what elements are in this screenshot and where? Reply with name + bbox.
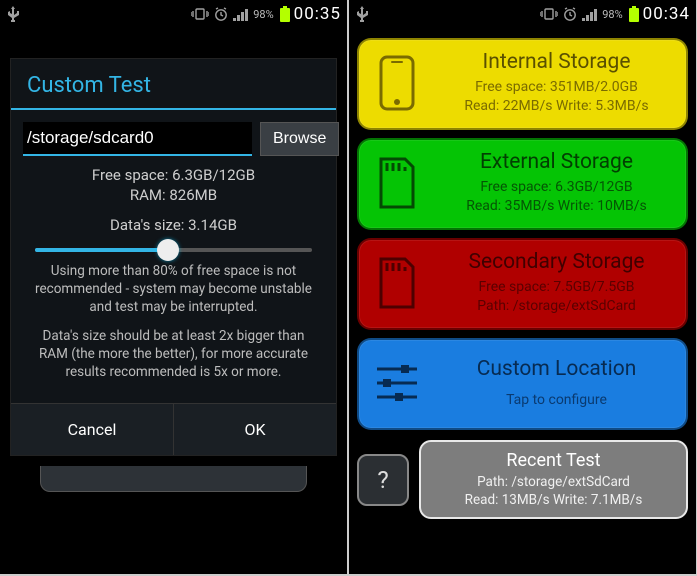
card-line2: Read: 22MB/s Write: 5.3MB/s [437, 97, 676, 116]
battery-icon [629, 6, 639, 22]
phone-left: 98% 00:35 Custom Test Browse Free space:… [0, 0, 347, 574]
card-title: External Storage [437, 150, 676, 174]
card-line1: Free space: 7.5GB/7.5GB [437, 278, 676, 297]
battery-percent: 98% [602, 8, 622, 21]
vibrate-icon [191, 7, 209, 21]
recent-line2: Read: 13MB/s Write: 7.1MB/s [427, 491, 680, 509]
help-button[interactable]: ? [357, 454, 409, 506]
slider-fill [35, 248, 168, 252]
custom-test-dialog: Custom Test Browse Free space: 6.3GB/12G… [10, 58, 337, 456]
card-line2: Read: 35MB/s Write: 10MB/s [437, 197, 676, 216]
vibrate-icon [540, 7, 558, 21]
card-line1: Tap to configure [437, 391, 676, 410]
status-bar: 98% 00:35 [0, 0, 347, 28]
background-panel-edge [40, 466, 307, 492]
browse-button[interactable]: Browse [260, 122, 339, 156]
battery-icon [280, 6, 290, 22]
sdcard-icon [369, 157, 425, 209]
signal-icon [233, 7, 251, 21]
slider-thumb[interactable] [157, 239, 179, 261]
recent-title: Recent Test [427, 450, 680, 471]
sliders-icon [369, 361, 425, 405]
alarm-icon [213, 6, 229, 22]
ok-button[interactable]: OK [173, 404, 336, 455]
recent-line1: Path: /storage/extSdCard [427, 473, 680, 491]
card-line1: Free space: 6.3GB/12GB [437, 178, 676, 197]
custom-location-card[interactable]: Custom Location Tap to configure [357, 338, 688, 430]
free-space-label: Free space: 6.3GB/12GB [23, 166, 324, 184]
secondary-storage-card[interactable]: Secondary Storage Free space: 7.5GB/7.5G… [357, 238, 688, 330]
storage-path-input[interactable] [23, 122, 252, 156]
recent-test-card[interactable]: Recent Test Path: /storage/extSdCard Rea… [419, 440, 688, 519]
external-storage-card[interactable]: External Storage Free space: 6.3GB/12GB … [357, 138, 688, 230]
battery-percent: 98% [253, 8, 273, 21]
card-line1: Free space: 351MB/2.0GB [437, 78, 676, 97]
clock: 00:35 [294, 4, 341, 24]
advice-text-1: Using more than 80% of free space is not… [29, 262, 318, 317]
data-size-slider[interactable] [35, 248, 312, 252]
advice-text-2: Data's size should be at least 2x bigger… [29, 327, 318, 382]
usb-icon [355, 6, 369, 22]
card-title: Custom Location [437, 357, 676, 381]
card-line2: Path: /storage/extSdCard [437, 297, 676, 316]
usb-icon [6, 6, 20, 22]
internal-storage-card[interactable]: Internal Storage Free space: 351MB/2.0GB… [357, 38, 688, 130]
cancel-button[interactable]: Cancel [11, 404, 173, 455]
card-title: Internal Storage [437, 50, 676, 74]
alarm-icon [562, 6, 578, 22]
status-bar: 98% 00:34 [349, 0, 696, 28]
phone-icon [369, 55, 425, 111]
phone-right: 98% 00:34 Internal Storage Free space: 3… [349, 0, 696, 574]
clock: 00:34 [643, 4, 690, 24]
card-title: Secondary Storage [437, 250, 676, 274]
data-size-label: Data's size: 3.14GB [23, 216, 324, 234]
storage-cards: Internal Storage Free space: 351MB/2.0GB… [349, 28, 696, 440]
dialog-title: Custom Test [11, 59, 336, 110]
ram-label: RAM: 826MB [23, 186, 324, 204]
sdcard-icon [369, 257, 425, 309]
signal-icon [582, 7, 600, 21]
